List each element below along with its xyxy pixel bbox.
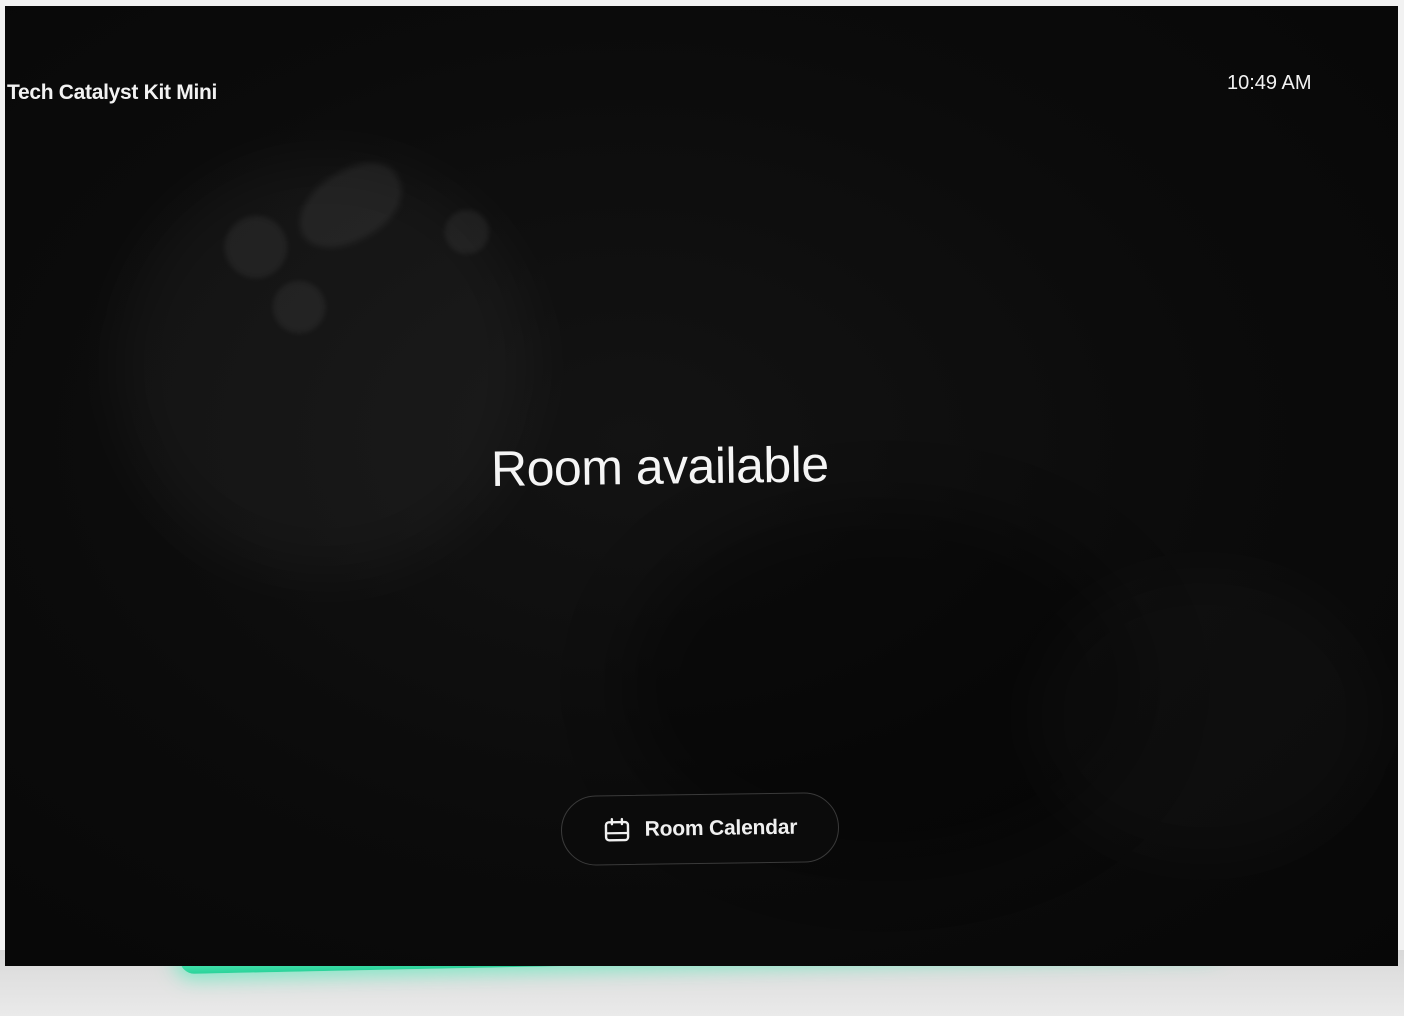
clock: 10:49 AM — [1227, 72, 1312, 94]
room-name: Tech Catalyst Kit Mini — [7, 81, 218, 104]
screen-reflection — [225, 216, 287, 278]
room-status: Room available — [490, 436, 829, 497]
room-calendar-label: Room Calendar — [644, 815, 798, 841]
calendar-icon — [603, 817, 631, 843]
screen-reflection — [1025, 566, 1385, 866]
device-frame: Tech Catalyst Kit Mini 10:49 AM Room ava… — [0, 0, 1404, 1016]
touch-screen: Tech Catalyst Kit Mini 10:49 AM Room ava… — [5, 6, 1398, 966]
room-calendar-button[interactable]: Room Calendar — [560, 792, 840, 866]
screen-reflection — [273, 281, 325, 333]
screen-reflection — [445, 210, 489, 254]
